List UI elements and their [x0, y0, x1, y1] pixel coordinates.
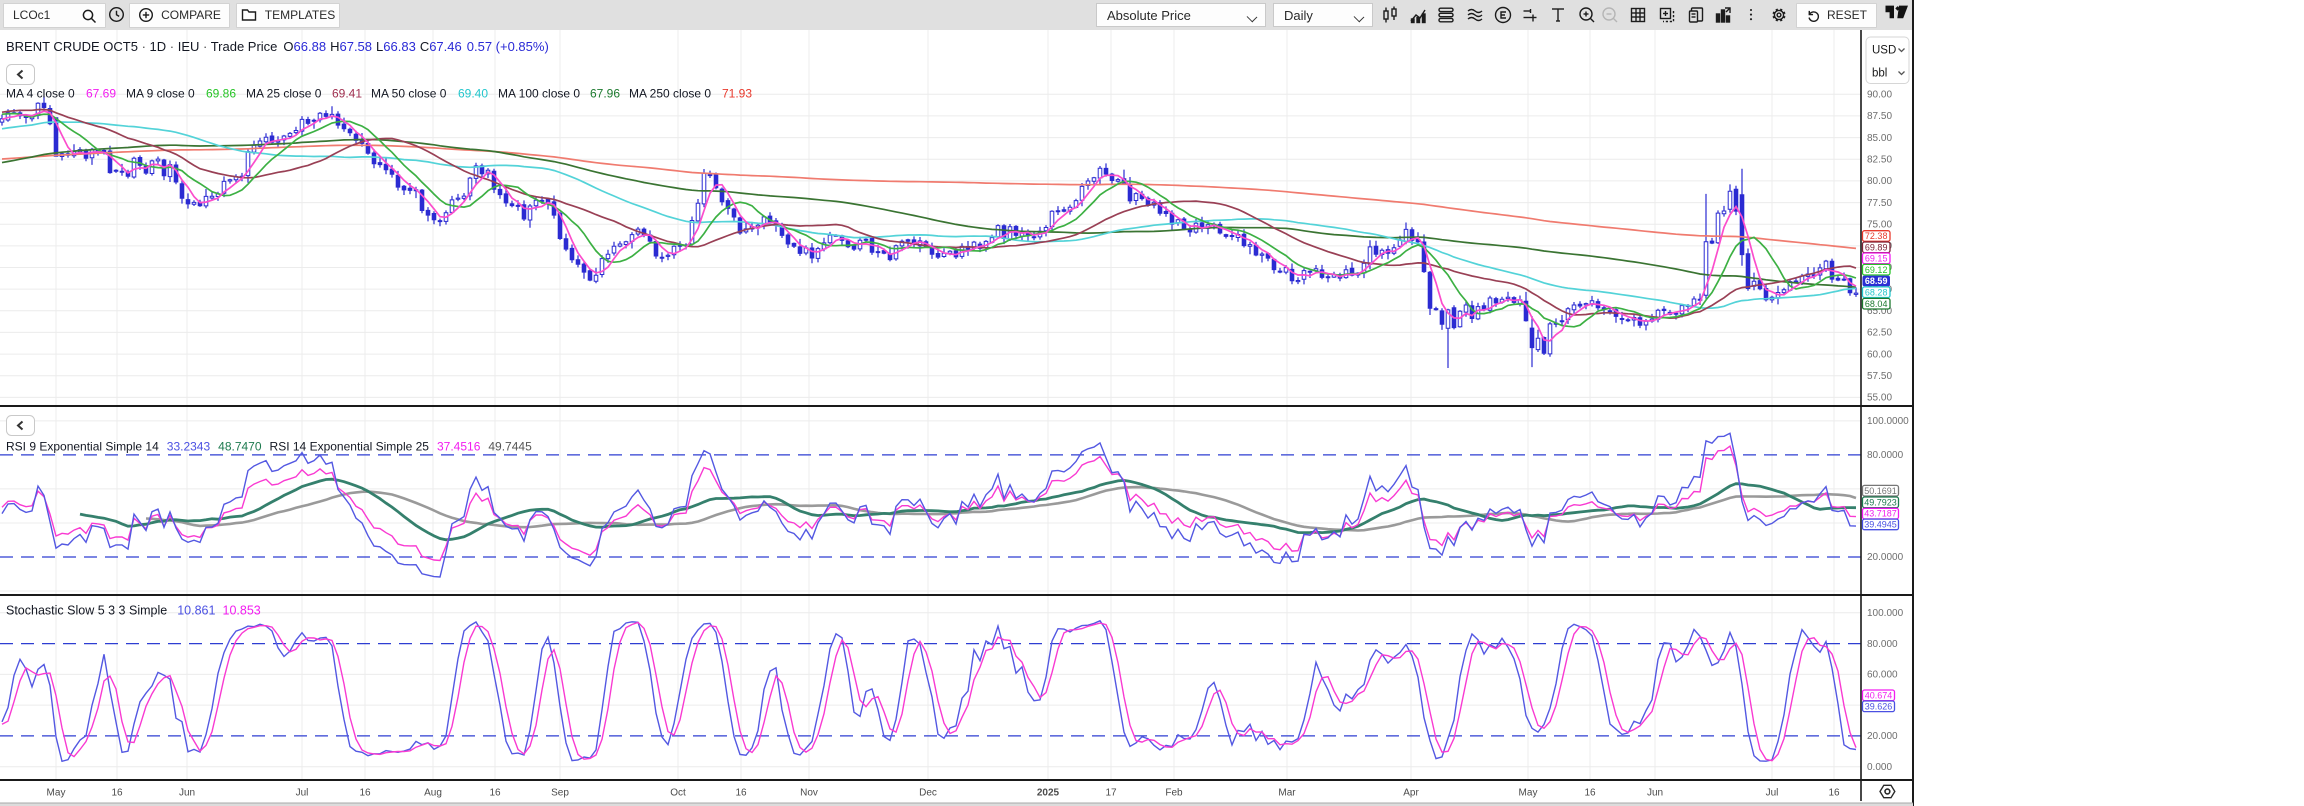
svg-text:Dec: Dec — [919, 788, 937, 799]
svg-text:16: 16 — [735, 788, 747, 799]
svg-text:69.40: 69.40 — [458, 87, 488, 101]
svg-text:80.0000: 80.0000 — [1867, 450, 1904, 461]
svg-text:Feb: Feb — [1165, 788, 1183, 799]
svg-text:39.4945: 39.4945 — [1864, 520, 1897, 530]
svg-text:67.96: 67.96 — [590, 87, 620, 101]
svg-text:100.000: 100.000 — [1867, 608, 1904, 619]
svg-text:Nov: Nov — [800, 788, 818, 799]
svg-text:MA 100 close 0: MA 100 close 0 — [498, 87, 580, 101]
svg-text:Aug: Aug — [424, 788, 442, 799]
svg-text:90.00: 90.00 — [1867, 90, 1892, 101]
svg-text:0.000: 0.000 — [1867, 762, 1892, 773]
svg-text:16: 16 — [1584, 788, 1596, 799]
svg-text:69.15: 69.15 — [1865, 253, 1888, 263]
svg-text:Mar: Mar — [1278, 788, 1296, 799]
svg-text:49.7923: 49.7923 — [1864, 497, 1897, 507]
svg-text:72.38: 72.38 — [1865, 231, 1888, 241]
svg-text:MA 4 close 0: MA 4 close 0 — [6, 87, 75, 101]
svg-text:May: May — [47, 788, 66, 799]
svg-text:43.7187: 43.7187 — [1864, 509, 1897, 519]
svg-text:Jun: Jun — [179, 788, 195, 799]
svg-text:May: May — [1519, 788, 1538, 799]
svg-text:16: 16 — [359, 788, 371, 799]
svg-text:67.69: 67.69 — [86, 87, 116, 101]
svg-text:bbl: bbl — [1872, 68, 1887, 80]
svg-text:Sep: Sep — [551, 788, 569, 799]
svg-text:39.626: 39.626 — [1865, 701, 1893, 711]
svg-text:USD: USD — [1872, 45, 1896, 57]
svg-text:2025: 2025 — [1037, 788, 1060, 799]
svg-text:17: 17 — [1105, 788, 1117, 799]
svg-text:85.00: 85.00 — [1867, 133, 1892, 144]
svg-text:Jul: Jul — [296, 788, 309, 799]
svg-text:60.000: 60.000 — [1867, 670, 1898, 681]
svg-text:80.000: 80.000 — [1867, 639, 1898, 650]
svg-text:69.41: 69.41 — [332, 87, 362, 101]
svg-text:MA 50 close 0: MA 50 close 0 — [371, 87, 447, 101]
svg-text:60.00: 60.00 — [1867, 349, 1892, 360]
svg-text:100.0000: 100.0000 — [1867, 416, 1909, 427]
svg-text:80.00: 80.00 — [1867, 176, 1892, 187]
svg-text:68.28: 68.28 — [1865, 287, 1888, 297]
svg-text:Apr: Apr — [1403, 788, 1419, 799]
svg-text:16: 16 — [111, 788, 123, 799]
svg-text:50.1691: 50.1691 — [1864, 486, 1897, 496]
svg-text:BRENT CRUDE OCT5 · 1D · IEU ·: BRENT CRUDE OCT5 · 1D · IEU · Trade Pric… — [6, 39, 549, 54]
svg-text:77.50: 77.50 — [1867, 198, 1892, 209]
svg-text:Oct: Oct — [670, 788, 686, 799]
svg-text:20.0000: 20.0000 — [1867, 552, 1904, 563]
svg-text:68.59: 68.59 — [1865, 276, 1888, 286]
svg-text:55.00: 55.00 — [1867, 393, 1892, 404]
svg-text:Stochastic Slow 5 3 3 Simple10: Stochastic Slow 5 3 3 Simple10.86110.853 — [6, 604, 261, 618]
svg-text:40.674: 40.674 — [1865, 690, 1893, 700]
svg-text:71.93: 71.93 — [722, 87, 752, 101]
svg-text:MA 25 close 0: MA 25 close 0 — [246, 87, 322, 101]
svg-text:62.50: 62.50 — [1867, 328, 1892, 339]
svg-text:RSI 9 Exponential Simple 1433.: RSI 9 Exponential Simple 1433.234348.747… — [6, 440, 532, 454]
svg-text:87.50: 87.50 — [1867, 111, 1892, 122]
svg-text:57.50: 57.50 — [1867, 371, 1892, 382]
svg-text:Jul: Jul — [1766, 788, 1779, 799]
svg-text:69.89: 69.89 — [1865, 242, 1888, 252]
svg-text:69.12: 69.12 — [1865, 265, 1888, 275]
svg-text:MA 9 close 0: MA 9 close 0 — [126, 87, 195, 101]
svg-text:82.50: 82.50 — [1867, 154, 1892, 165]
svg-text:16: 16 — [489, 788, 501, 799]
svg-text:75.00: 75.00 — [1867, 219, 1892, 230]
svg-text:16: 16 — [1828, 788, 1840, 799]
svg-text:Jun: Jun — [1647, 788, 1663, 799]
svg-text:20.000: 20.000 — [1867, 731, 1898, 742]
svg-text:MA 250 close 0: MA 250 close 0 — [629, 87, 711, 101]
svg-text:69.86: 69.86 — [206, 87, 236, 101]
svg-text:68.04: 68.04 — [1865, 299, 1888, 309]
